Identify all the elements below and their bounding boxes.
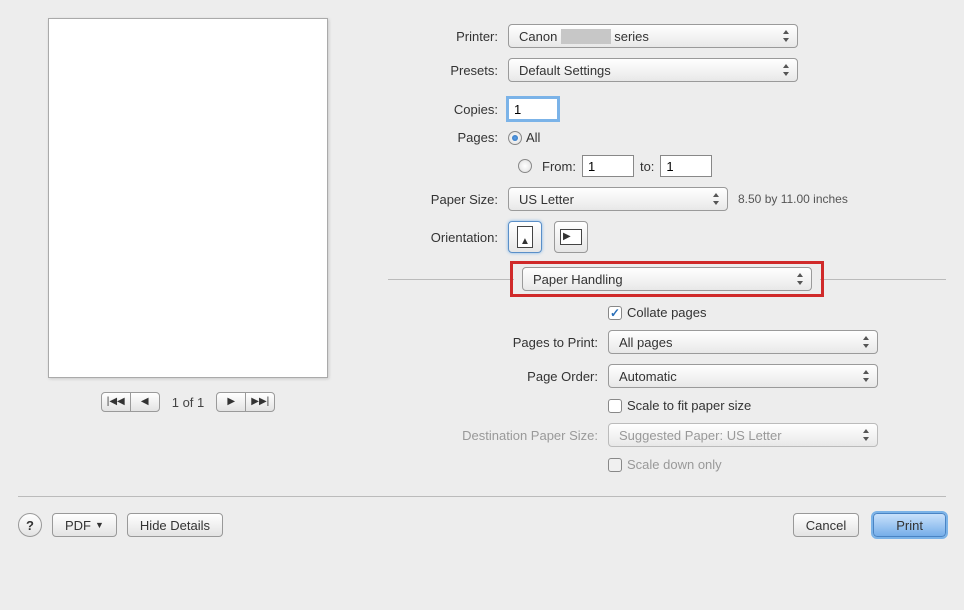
pages-all-radio[interactable] [508, 131, 522, 145]
preview-column: |◀◀ ◀ 1 of 1 ▶ ▶▶| [18, 18, 358, 482]
help-button[interactable]: ? [18, 513, 42, 537]
print-dialog: |◀◀ ◀ 1 of 1 ▶ ▶▶| Printer: Canon ...... [18, 18, 946, 537]
presets-value: Default Settings [519, 63, 611, 78]
pages-to-print-label: Pages to Print: [388, 335, 608, 350]
pages-from-radio[interactable] [518, 159, 532, 173]
paper-size-label: Paper Size: [388, 192, 508, 207]
paper-size-note: 8.50 by 11.00 inches [738, 192, 848, 206]
first-page-button[interactable]: |◀◀ [101, 392, 131, 412]
pages-from-input[interactable] [582, 155, 634, 177]
redacted-printer-model: ...... [561, 29, 611, 44]
presets-select[interactable]: Default Settings [508, 58, 798, 82]
section-value: Paper Handling [533, 272, 623, 287]
page-order-label: Page Order: [388, 369, 608, 384]
page-indicator: 1 of 1 [172, 395, 205, 410]
portrait-icon: ▲ [517, 226, 533, 248]
orientation-landscape-button[interactable]: ▶ [554, 221, 588, 253]
preview-page [48, 18, 328, 378]
updown-icon [781, 63, 791, 77]
scale-fit-label: Scale to fit paper size [627, 398, 751, 413]
collate-label: Collate pages [627, 305, 707, 320]
section-select[interactable]: Paper Handling [522, 267, 812, 291]
paper-size-select[interactable]: US Letter [508, 187, 728, 211]
hide-details-button[interactable]: Hide Details [127, 513, 223, 537]
copies-input[interactable] [508, 98, 558, 120]
printer-value-suffix: series [614, 29, 649, 44]
page-order-value: Automatic [619, 369, 677, 384]
pages-to-label: to: [640, 159, 654, 174]
pages-from-label: From: [542, 159, 576, 174]
pages-to-print-select[interactable]: All pages [608, 330, 878, 354]
next-page-button[interactable]: ▶ [216, 392, 246, 412]
copies-label: Copies: [388, 102, 508, 117]
scale-fit-checkbox[interactable] [608, 399, 622, 413]
pages-to-input[interactable] [660, 155, 712, 177]
printer-label: Printer: [388, 29, 508, 44]
page-order-select[interactable]: Automatic [608, 364, 878, 388]
preview-nav: |◀◀ ◀ 1 of 1 ▶ ▶▶| [101, 392, 276, 412]
dest-paper-value: Suggested Paper: US Letter [619, 428, 782, 443]
dest-paper-select: Suggested Paper: US Letter [608, 423, 878, 447]
updown-icon [861, 369, 871, 383]
updown-icon [711, 192, 721, 206]
orientation-portrait-button[interactable]: ▲ [508, 221, 542, 253]
prev-page-button[interactable]: ◀ [130, 392, 160, 412]
dropdown-icon: ▼ [95, 520, 104, 530]
updown-icon [781, 29, 791, 43]
last-page-button[interactable]: ▶▶| [245, 392, 275, 412]
scale-down-label: Scale down only [627, 457, 722, 472]
pages-all-label: All [526, 130, 540, 145]
updown-icon [795, 272, 805, 286]
cancel-button[interactable]: Cancel [793, 513, 859, 537]
dest-paper-label: Destination Paper Size: [388, 428, 608, 443]
print-button[interactable]: Print [873, 513, 946, 537]
printer-select[interactable]: Canon ...... series [508, 24, 798, 48]
updown-icon [861, 428, 871, 442]
collate-checkbox[interactable] [608, 306, 622, 320]
landscape-icon: ▶ [560, 229, 582, 245]
presets-label: Presets: [388, 63, 508, 78]
printer-value-prefix: Canon [519, 29, 557, 44]
pdf-button[interactable]: PDF ▼ [52, 513, 117, 537]
pages-to-print-value: All pages [619, 335, 672, 350]
updown-icon [861, 335, 871, 349]
pages-label: Pages: [388, 130, 508, 145]
scale-down-checkbox [608, 458, 622, 472]
paper-size-value: US Letter [519, 192, 574, 207]
orientation-label: Orientation: [388, 230, 508, 245]
form-column: Printer: Canon ...... series Presets: De… [388, 18, 946, 482]
